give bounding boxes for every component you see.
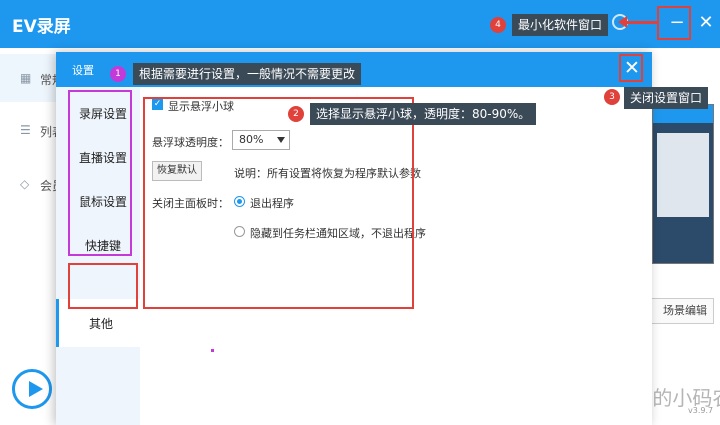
- start-recording-play-button[interactable]: [12, 369, 52, 409]
- annotation-arrow-icon: [618, 16, 627, 28]
- dialog-title: 设置: [72, 64, 94, 77]
- decorative-dot: [211, 349, 214, 352]
- grid-icon: ▦: [20, 71, 32, 85]
- sidebar-item-list[interactable]: ☰ 列表: [0, 106, 64, 154]
- list-icon: ☰: [20, 123, 31, 137]
- annotation-box-minimize: [657, 6, 691, 40]
- screen-preview: [652, 104, 714, 264]
- annotation-box-settings: [143, 97, 414, 309]
- annotation-tip-4: 最小化软件窗口: [512, 14, 609, 36]
- annotation-badge-2: 2: [288, 106, 304, 122]
- tab-other-label: 其他: [89, 317, 114, 331]
- annotation-badge-3: 3: [604, 89, 620, 105]
- diamond-icon: ◇: [20, 177, 30, 191]
- annotation-tip-2: 选择显示悬浮小球，透明度：80-90%。: [310, 103, 537, 125]
- annotation-badge-4: 4: [490, 17, 506, 33]
- sidebar-item-member[interactable]: ◇ 会员: [0, 160, 64, 208]
- app-title: EV录屏: [12, 17, 71, 37]
- sidebar-item-general[interactable]: ▦ 常规: [0, 54, 64, 102]
- window-close-button[interactable]: ✕: [692, 9, 720, 37]
- app-titlebar: EV录屏 − ✕: [0, 0, 720, 48]
- annotation-tip-1: 根据需要进行设置，一般情况不需要更改: [133, 63, 362, 85]
- annotation-box-tabs: [68, 90, 132, 256]
- annotation-box-other-tab: [68, 263, 138, 309]
- annotation-arrow-line: [624, 21, 658, 24]
- annotation-box-dialog-close: [619, 54, 643, 82]
- preview-window: [657, 133, 709, 217]
- scene-edit-button[interactable]: 场景编辑: [646, 298, 714, 324]
- annotation-tip-3: 关闭设置窗口: [624, 87, 709, 109]
- annotation-badge-1: 1: [110, 66, 126, 82]
